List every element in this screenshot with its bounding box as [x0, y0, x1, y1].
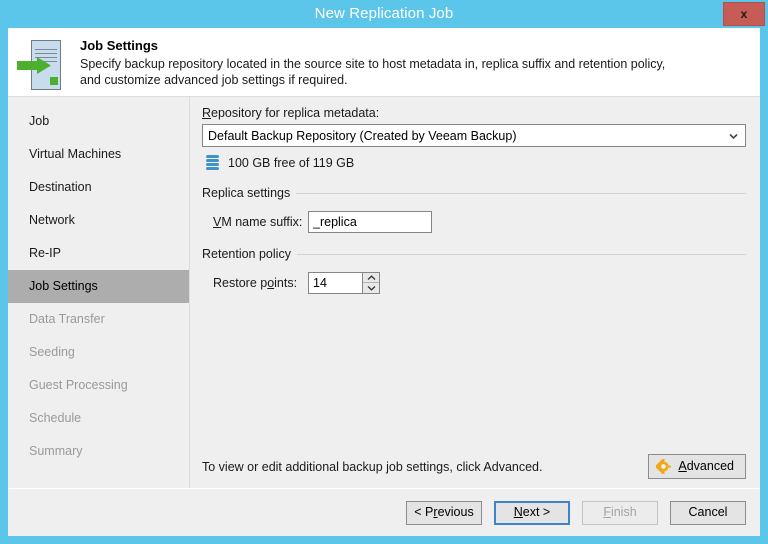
- repository-disk-icon: [206, 155, 219, 171]
- advanced-button[interactable]: Advanced: [648, 454, 746, 479]
- replication-job-icon: [17, 38, 71, 92]
- group-divider: [296, 193, 746, 194]
- sidebar-item-seeding: Seeding: [8, 336, 189, 369]
- group-divider: [297, 254, 746, 255]
- finish-button: Finish: [582, 501, 658, 525]
- vm-name-suffix-label: VM name suffix:: [213, 215, 308, 229]
- green-arrow-icon: [17, 57, 57, 74]
- restore-points-label: Restore points:: [213, 276, 308, 290]
- repository-select[interactable]: Default Backup Repository (Created by Ve…: [202, 124, 746, 147]
- dialog-body: Job Virtual Machines Destination Network…: [8, 97, 760, 488]
- stepper-buttons: [362, 273, 379, 293]
- dialog-header: Job Settings Specify backup repository l…: [8, 28, 760, 97]
- advanced-hint: To view or edit additional backup job se…: [202, 460, 542, 474]
- vm-name-suffix-input[interactable]: [308, 211, 432, 233]
- window-title: New Replication Job: [315, 0, 454, 28]
- restore-points-value[interactable]: 14: [309, 273, 362, 293]
- document-line: [35, 49, 57, 50]
- close-button[interactable]: x: [723, 2, 765, 26]
- sidebar-item-network[interactable]: Network: [8, 204, 189, 237]
- sidebar-item-data-transfer: Data Transfer: [8, 303, 189, 336]
- sidebar-item-job[interactable]: Job: [8, 105, 189, 138]
- vm-name-suffix-row: VM name suffix:: [202, 211, 746, 233]
- page-description: Specify backup repository located in the…: [80, 56, 680, 88]
- cancel-button[interactable]: Cancel: [670, 501, 746, 525]
- sidebar-item-re-ip[interactable]: Re-IP: [8, 237, 189, 270]
- document-line: [35, 53, 57, 54]
- spinner-up-icon[interactable]: [363, 273, 379, 283]
- header-text-container: Job Settings Specify backup repository l…: [80, 36, 680, 88]
- page-title: Job Settings: [80, 38, 680, 54]
- dialog-window: New Replication Job x Job Sett: [0, 0, 768, 544]
- repository-selected-value: Default Backup Repository (Created by Ve…: [208, 129, 517, 143]
- spinner-down-icon[interactable]: [363, 283, 379, 293]
- sidebar-item-guest-processing: Guest Processing: [8, 369, 189, 402]
- restore-points-row: Restore points: 14: [202, 272, 746, 294]
- retention-policy-group: Retention policy: [202, 247, 746, 261]
- sidebar-item-job-settings[interactable]: Job Settings: [8, 270, 189, 303]
- replica-settings-group: Replica settings: [202, 186, 746, 200]
- dialog-frame: Job Settings Specify backup repository l…: [8, 28, 760, 536]
- chevron-down-icon: [729, 131, 738, 140]
- restore-points-stepper[interactable]: 14: [308, 272, 380, 294]
- repository-label: Repository for replica metadata:: [202, 105, 746, 121]
- title-bar: New Replication Job x: [0, 0, 768, 28]
- replica-settings-label: Replica settings: [202, 186, 296, 200]
- dialog-footer: < Previous Next > Finish Cancel: [8, 488, 760, 536]
- sidebar-item-virtual-machines[interactable]: Virtual Machines: [8, 138, 189, 171]
- sidebar-item-destination[interactable]: Destination: [8, 171, 189, 204]
- wizard-steps-sidebar: Job Virtual Machines Destination Network…: [8, 97, 190, 488]
- retention-policy-label: Retention policy: [202, 247, 297, 261]
- sidebar-item-schedule: Schedule: [8, 402, 189, 435]
- advanced-settings-area: To view or edit additional backup job se…: [202, 454, 746, 479]
- status-square: [50, 77, 58, 85]
- sidebar-item-summary: Summary: [8, 435, 189, 468]
- header-icon-container: [8, 36, 80, 92]
- repository-free-space: 100 GB free of 119 GB: [202, 154, 746, 172]
- free-space-text: 100 GB free of 119 GB: [228, 156, 354, 170]
- gear-icon: [656, 459, 671, 474]
- previous-button[interactable]: < Previous: [406, 501, 482, 525]
- settings-panel: Repository for replica metadata: Default…: [190, 97, 760, 488]
- next-button[interactable]: Next >: [494, 501, 570, 525]
- advanced-button-label: Advanced: [678, 460, 734, 473]
